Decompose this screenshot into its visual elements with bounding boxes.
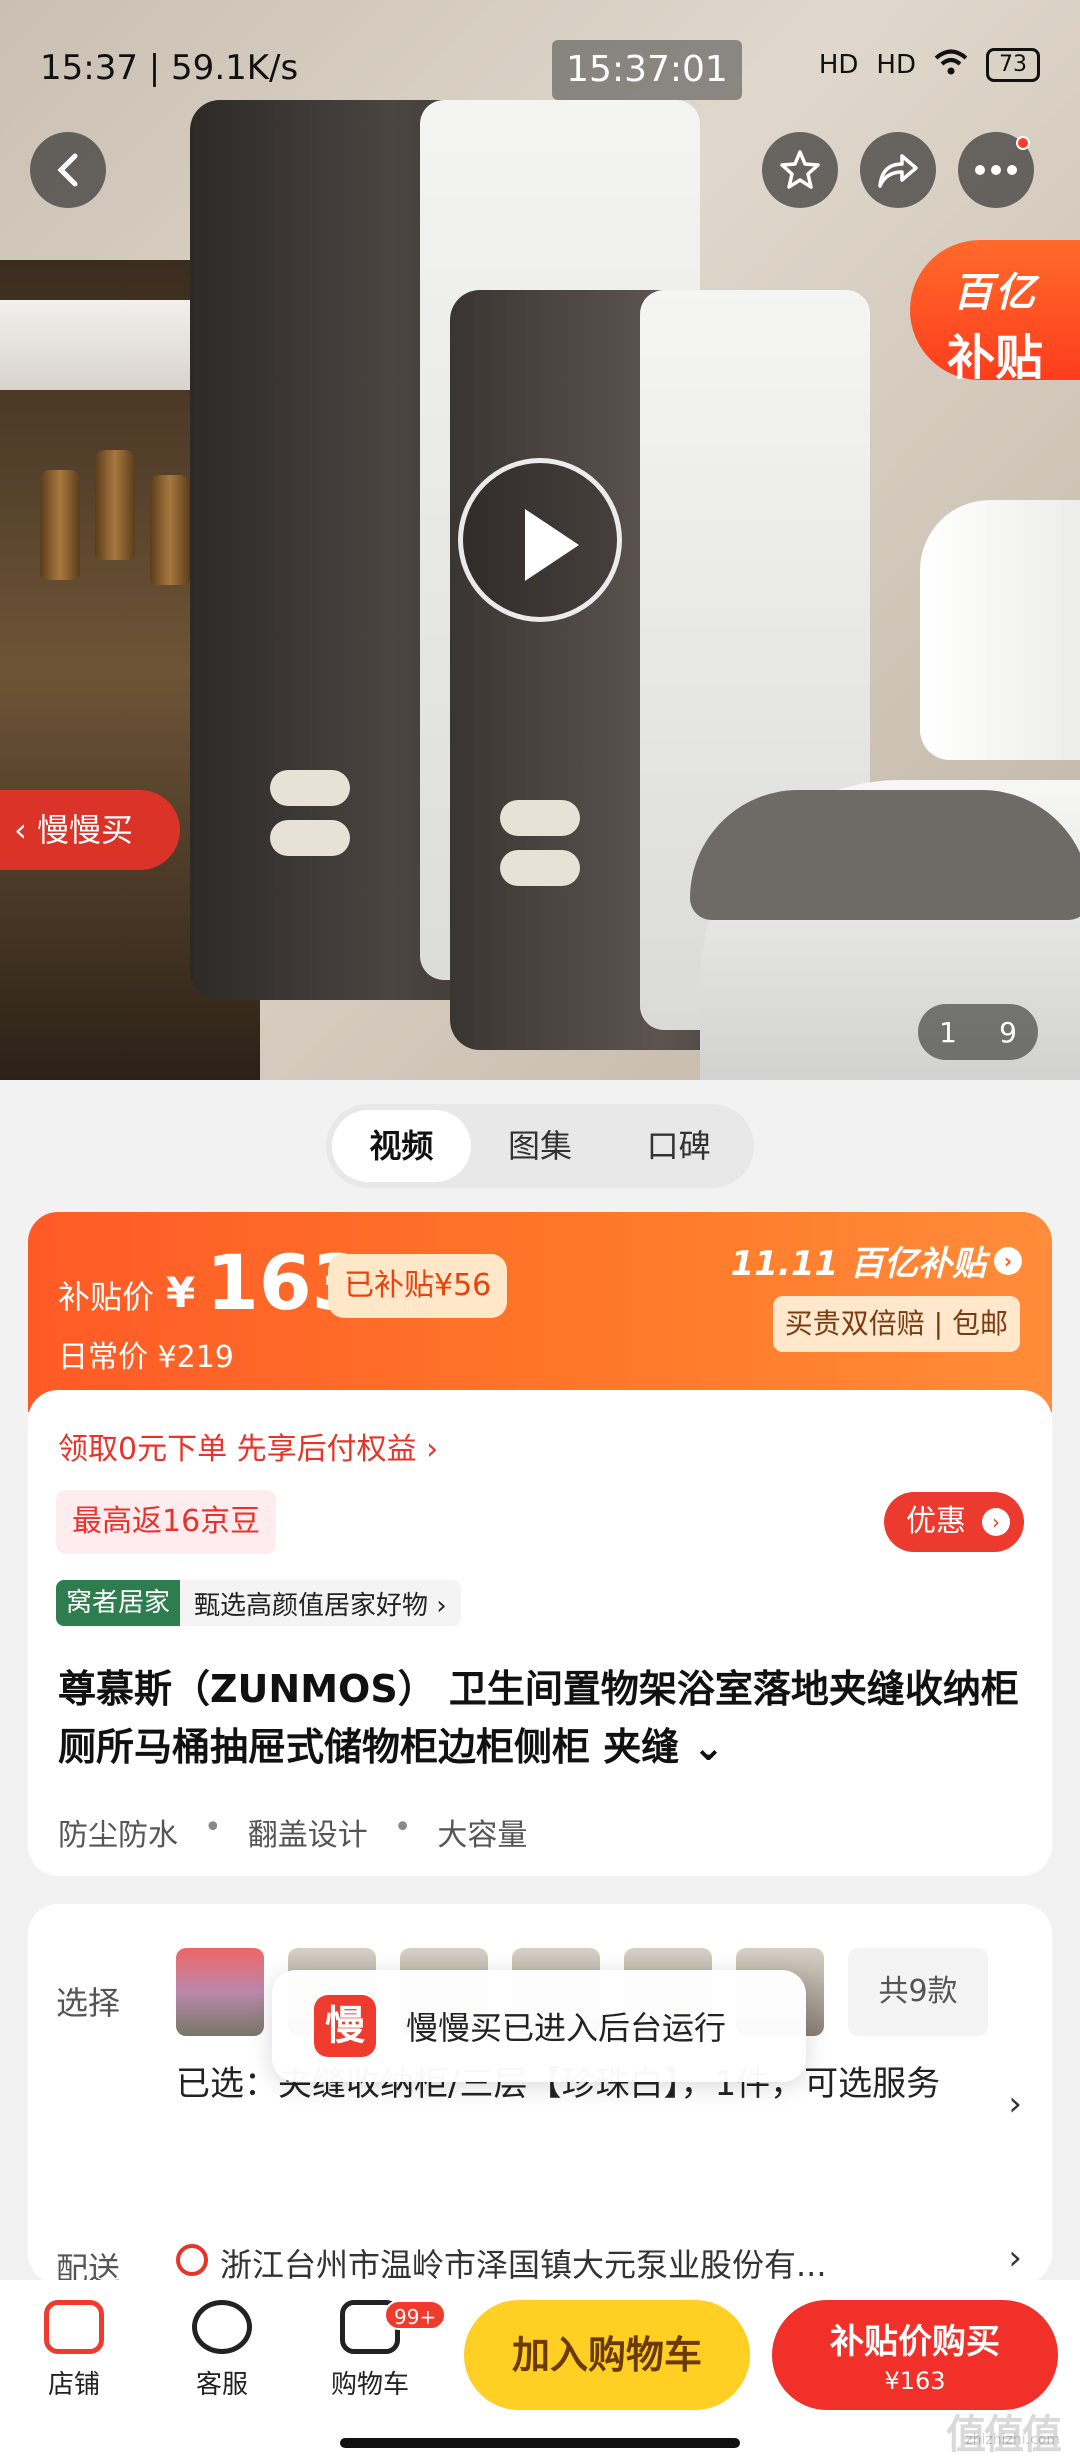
add-to-cart-button[interactable]: 加入购物车	[464, 2300, 750, 2410]
play-video-button[interactable]	[458, 458, 622, 622]
home-indicator[interactable]	[340, 2438, 740, 2448]
feature-item: 翻盖设计	[247, 1818, 368, 1853]
promo-logo-text: 11.11 百亿补贴	[730, 1244, 986, 1284]
subsidy-badge-line1: 百亿	[953, 270, 1037, 316]
toilet-tank	[920, 500, 1080, 760]
status-time-speed: 15:37 | 59.1K/s	[40, 48, 299, 88]
bottom-action-bar: 店铺 客服 购物车 99+ 加入购物车 补贴价购买 ¥163 值值值 zhizh…	[0, 2280, 1080, 2460]
battery-icon: 73	[986, 48, 1040, 82]
towel-decor	[270, 820, 350, 856]
separator-dot: •	[204, 1810, 222, 1845]
pay-later-link[interactable]: 领取0元下单 先享后付权益 ›	[58, 1424, 438, 1468]
chevron-left-icon: ‹	[14, 811, 37, 849]
more-button[interactable]	[958, 132, 1034, 208]
buy-now-button[interactable]: 补贴价购买 ¥163	[772, 2300, 1058, 2410]
nav-cart[interactable]: 购物车 99+	[310, 2300, 447, 2401]
customer-service-icon	[192, 2300, 252, 2354]
nav-shop-label: 店铺	[47, 2370, 100, 2400]
bottle-decor	[150, 475, 190, 585]
chevron-right-icon: ›	[1008, 2238, 1022, 2278]
promo-guarantee: 买贵双倍赔 | 包邮	[772, 1296, 1020, 1352]
brand-badge: 窝者居家	[56, 1580, 181, 1626]
feature-item: 大容量	[437, 1818, 528, 1853]
watermark-logo: 值值值	[946, 2412, 1062, 2458]
bottle-decor	[40, 470, 80, 580]
price-currency: ¥	[166, 1268, 196, 1317]
shop-icon	[44, 2300, 104, 2354]
favorite-button[interactable]	[762, 132, 838, 208]
tab-video[interactable]: 视频	[332, 1110, 471, 1182]
towel-decor	[500, 850, 580, 886]
nav-shop[interactable]: 店铺	[14, 2300, 134, 2401]
tab-gallery[interactable]: 图集	[471, 1110, 610, 1182]
toilet-seat	[690, 790, 1080, 920]
cart-count-badge: 99+	[384, 2300, 447, 2330]
play-icon	[525, 509, 579, 581]
towel-decor	[270, 770, 350, 806]
nav-cart-label: 购物车	[330, 2370, 409, 2400]
status-bar: 15:37 | 59.1K/s 15:37:01 HD HD 73	[0, 40, 1080, 100]
image-pager: 1 9	[918, 1004, 1038, 1060]
subsidy-badge[interactable]: 百亿 补贴	[910, 240, 1080, 386]
subsidy-badge-line2: 补贴	[946, 330, 1043, 386]
signal-icon: HD	[876, 50, 916, 80]
signal-icon: HD	[818, 50, 859, 80]
star-icon	[780, 150, 820, 189]
brand-row[interactable]: 窝者居家 甄选高颜值居家好物 ›	[56, 1580, 461, 1626]
media-tabs: 视频 图集 口碑	[326, 1104, 754, 1188]
price-label: 补贴价	[58, 1278, 155, 1316]
saved-amount-tag: 已补贴¥56	[328, 1254, 508, 1318]
watermark-url: zhizhizhi.com	[965, 2432, 1060, 2448]
daily-price: 日常价 ¥219	[58, 1340, 234, 1375]
discount-button-label: 优惠	[906, 1504, 966, 1539]
promo-logo[interactable]: 11.11 百亿补贴 ›	[731, 1236, 1022, 1285]
feature-item: 防尘防水	[58, 1818, 178, 1853]
select-label: 选择	[56, 1984, 121, 2022]
background-toast: 慢 慢慢买已进入后台运行	[272, 1970, 806, 2082]
nav-service-label: 客服	[195, 2370, 248, 2400]
status-icons: HD HD 73	[819, 48, 1040, 82]
more-dots-icon	[975, 165, 1017, 175]
notification-dot	[1016, 136, 1030, 150]
chevron-right-icon: ›	[1008, 2084, 1022, 2124]
buy-now-label: 补贴价购买	[830, 2322, 1000, 2362]
pager-total: 9	[999, 1015, 1017, 1049]
product-info-card: 领取0元下单 先享后付权益 › 最高返16京豆 优惠 › 窝者居家 甄选高颜值居…	[28, 1390, 1052, 1876]
location-icon	[176, 2244, 208, 2276]
wifi-icon	[934, 49, 968, 82]
product-title[interactable]: 尊慕斯（ZUNMOS） 卫生间置物架浴室落地夹缝收纳柜厕所马桶抽屉式储物柜边柜侧…	[58, 1660, 1028, 1776]
feature-list: 防尘防水 • 翻盖设计 • 大容量	[58, 1810, 527, 1854]
status-center-clock: 15:37:01	[552, 40, 742, 100]
nav-service[interactable]: 客服	[162, 2300, 282, 2401]
chevron-left-icon	[57, 153, 78, 187]
beans-reward-tag: 最高返16京豆	[56, 1490, 277, 1554]
brand-slogan: 甄选高颜值居家好物 ›	[194, 1590, 447, 1621]
discount-button[interactable]: 优惠 ›	[884, 1492, 1024, 1552]
bottle-decor	[95, 450, 135, 560]
variant-thumbnail[interactable]	[176, 1948, 264, 2036]
towel-decor	[500, 800, 580, 836]
slow-buy-tag[interactable]: ‹ 慢慢买	[0, 790, 180, 870]
chevron-right-icon: ›	[982, 1508, 1010, 1536]
separator-dot: •	[393, 1810, 412, 1845]
app-logo-icon: 慢	[314, 1995, 376, 2057]
tab-reviews[interactable]: 口碑	[609, 1110, 748, 1182]
pager-current: 1	[939, 1015, 957, 1049]
options-card: 选择 共9款 已选：夹缝收纳柜/三层【珍珠白】，1件，可选服务 › 配送 浙江台…	[28, 1904, 1052, 2288]
toast-message: 慢慢买已进入后台运行	[406, 2009, 727, 2047]
price-banner: 补贴价 ¥ 163 已补贴¥56 日常价 ¥219 11.11 百亿补贴 › 买…	[28, 1212, 1052, 1412]
buy-now-price: ¥163	[884, 2367, 946, 2395]
share-icon	[878, 154, 918, 188]
slow-buy-label: 慢慢买	[36, 811, 133, 849]
total-variants[interactable]: 共9款	[848, 1948, 988, 2036]
back-button[interactable]	[30, 132, 106, 208]
chevron-right-icon: ›	[994, 1246, 1022, 1275]
share-button[interactable]	[860, 132, 936, 208]
